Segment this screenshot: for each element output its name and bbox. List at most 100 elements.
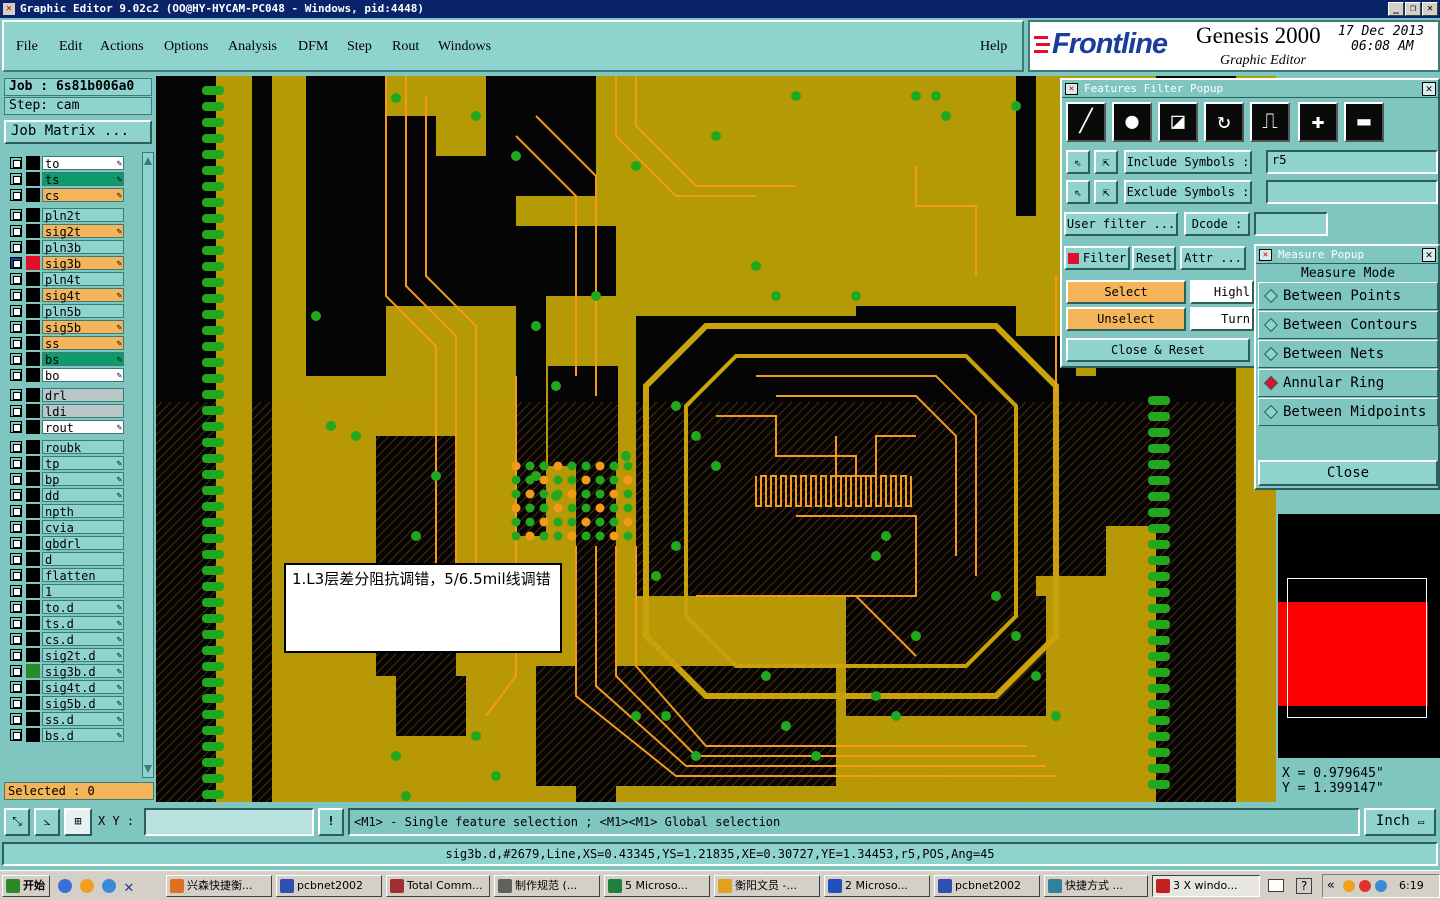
layer-checkbox[interactable] — [10, 649, 22, 661]
layer-color-swatch[interactable] — [26, 648, 40, 662]
keyboard-icon[interactable] — [1268, 879, 1284, 892]
layer-checkbox[interactable] — [10, 601, 22, 613]
layer-color-swatch[interactable] — [26, 240, 40, 254]
layer-row-roubk[interactable]: roubk — [8, 440, 126, 455]
xwin-icon[interactable]: ✕ — [124, 877, 134, 896]
job-matrix-button[interactable]: Job Matrix ... — [4, 120, 152, 144]
layer-name[interactable]: npth — [42, 504, 124, 519]
exclude-symbols-input[interactable] — [1266, 180, 1438, 204]
task-button[interactable]: pcbnet2002 — [934, 875, 1040, 897]
layer-color-swatch[interactable] — [26, 256, 40, 270]
layer-checkbox[interactable] — [10, 489, 22, 501]
layer-checkbox[interactable] — [10, 521, 22, 533]
task-button[interactable]: 2 Microso... — [824, 875, 930, 897]
layer-color-swatch[interactable] — [26, 352, 40, 366]
layer-name[interactable]: sig2t ✎ — [42, 224, 124, 239]
layer-name[interactable]: sig3b ✎ — [42, 256, 124, 271]
layer-row-bs-d[interactable]: bs.d ✎ — [8, 728, 126, 743]
units-selector[interactable]: Inch ▭ — [1364, 808, 1436, 836]
layer-name[interactable]: pln2t — [42, 208, 124, 223]
layer-name[interactable]: sig4t ✎ — [42, 288, 124, 303]
select-button[interactable]: Select — [1066, 280, 1186, 304]
layer-name[interactable]: flatten — [42, 568, 124, 583]
layer-color-swatch[interactable] — [26, 696, 40, 710]
layer-name[interactable]: rout ✎ — [42, 420, 124, 435]
layer-name[interactable]: 1 — [42, 584, 124, 599]
layer-checkbox[interactable] — [10, 569, 22, 581]
layer-row-sig3b[interactable]: sig3b ✎ — [8, 256, 126, 271]
menu-file[interactable]: File — [16, 39, 38, 55]
mode-between-midpoints[interactable]: Between Midpoints — [1258, 398, 1438, 426]
menu-options[interactable]: Options — [164, 39, 208, 55]
layer-checkbox[interactable] — [10, 713, 22, 725]
layer-name[interactable]: sig4t.d ✎ — [42, 680, 124, 695]
layer-name[interactable]: cs ✎ — [42, 188, 124, 203]
layer-checkbox[interactable] — [10, 617, 22, 629]
surface-icon[interactable]: ◪ — [1158, 102, 1198, 142]
layer-color-swatch[interactable] — [26, 336, 40, 350]
layer-row-bs[interactable]: bs ✎ — [8, 352, 126, 367]
alert-icon[interactable]: ! — [318, 808, 344, 836]
layer-row-ss-d[interactable]: ss.d ✎ — [8, 712, 126, 727]
layer-row-sig4t[interactable]: sig4t ✎ — [8, 288, 126, 303]
features-filter-title-bar[interactable]: ✕ Features Filter Popup — [1062, 80, 1438, 98]
task-button[interactable]: 兴森快捷衡... — [166, 875, 272, 897]
layer-checkbox[interactable] — [10, 421, 22, 433]
mode-between-nets[interactable]: Between Nets — [1258, 340, 1438, 368]
layer-checkbox[interactable] — [10, 537, 22, 549]
layer-checkbox[interactable] — [10, 273, 22, 285]
include-arrow-icon[interactable]: ⇖ — [1066, 150, 1090, 174]
menu-help[interactable]: Help — [980, 39, 1007, 55]
layer-checkbox[interactable] — [10, 405, 22, 417]
layer-checkbox[interactable] — [10, 337, 22, 349]
filter-toggle[interactable]: Filter — [1064, 246, 1130, 270]
scroll-up-icon[interactable] — [144, 155, 152, 165]
help-icon[interactable]: ? — [1296, 878, 1312, 894]
layer-color-swatch[interactable] — [26, 632, 40, 646]
menu-analysis[interactable]: Analysis — [228, 39, 277, 55]
layer-color-swatch[interactable] — [26, 224, 40, 238]
clock-app-icon[interactable] — [80, 879, 94, 893]
menu-rout[interactable]: Rout — [392, 39, 419, 55]
layer-name[interactable]: to ✎ — [42, 156, 124, 171]
layer-row-ss[interactable]: ss ✎ — [8, 336, 126, 351]
layer-checkbox[interactable] — [10, 681, 22, 693]
minus-icon[interactable]: ▬ — [1344, 102, 1384, 142]
layer-color-swatch[interactable] — [26, 472, 40, 486]
dcode-input[interactable] — [1254, 212, 1328, 236]
layer-name[interactable]: pln4t — [42, 272, 124, 287]
layer-color-swatch[interactable] — [26, 680, 40, 694]
popup-menu-icon[interactable]: ✕ — [1065, 83, 1078, 95]
layer-name[interactable]: sig2t.d ✎ — [42, 648, 124, 663]
layer-row-bo[interactable]: bo ✎ — [8, 368, 126, 383]
layer-name[interactable]: sig5b ✎ — [42, 320, 124, 335]
layer-row-bp[interactable]: bp ✎ — [8, 472, 126, 487]
layer-color-swatch[interactable] — [26, 368, 40, 382]
layer-checkbox[interactable] — [10, 505, 22, 517]
task-button[interactable]: 制作规范 (... — [494, 875, 600, 897]
layer-color-swatch[interactable] — [26, 552, 40, 566]
mode-between-points[interactable]: Between Points — [1258, 282, 1438, 310]
arc-icon[interactable]: ↻ — [1204, 102, 1244, 142]
layer-row-npth[interactable]: npth — [8, 504, 126, 519]
maximize-button[interactable]: ❐ — [1405, 2, 1421, 16]
layer-color-swatch[interactable] — [26, 712, 40, 726]
measure-close-icon[interactable]: ✕ — [1422, 248, 1436, 262]
thumbnail-view-frame[interactable] — [1287, 578, 1427, 718]
user-filter-button[interactable]: User filter ... — [1064, 212, 1178, 236]
layer-checkbox[interactable] — [10, 321, 22, 333]
tray-app-icon[interactable] — [1359, 880, 1371, 892]
menu-dfm[interactable]: DFM — [298, 39, 328, 55]
layer-color-swatch[interactable] — [26, 664, 40, 678]
close-reset-button[interactable]: Close & Reset — [1066, 338, 1250, 362]
layer-color-swatch[interactable] — [26, 520, 40, 534]
mode-annular-ring[interactable]: Annular Ring — [1258, 369, 1438, 397]
layer-row-cs[interactable]: cs ✎ — [8, 188, 126, 203]
exclude-symbols-button[interactable]: Exclude Symbols : — [1124, 180, 1252, 204]
layer-color-swatch[interactable] — [26, 172, 40, 186]
start-button[interactable]: 开始 — [2, 875, 50, 897]
layer-color-swatch[interactable] — [26, 616, 40, 630]
pad-icon[interactable]: ● — [1112, 102, 1152, 142]
layer-name[interactable]: ts.d ✎ — [42, 616, 124, 631]
layer-name[interactable]: bs.d ✎ — [42, 728, 124, 743]
